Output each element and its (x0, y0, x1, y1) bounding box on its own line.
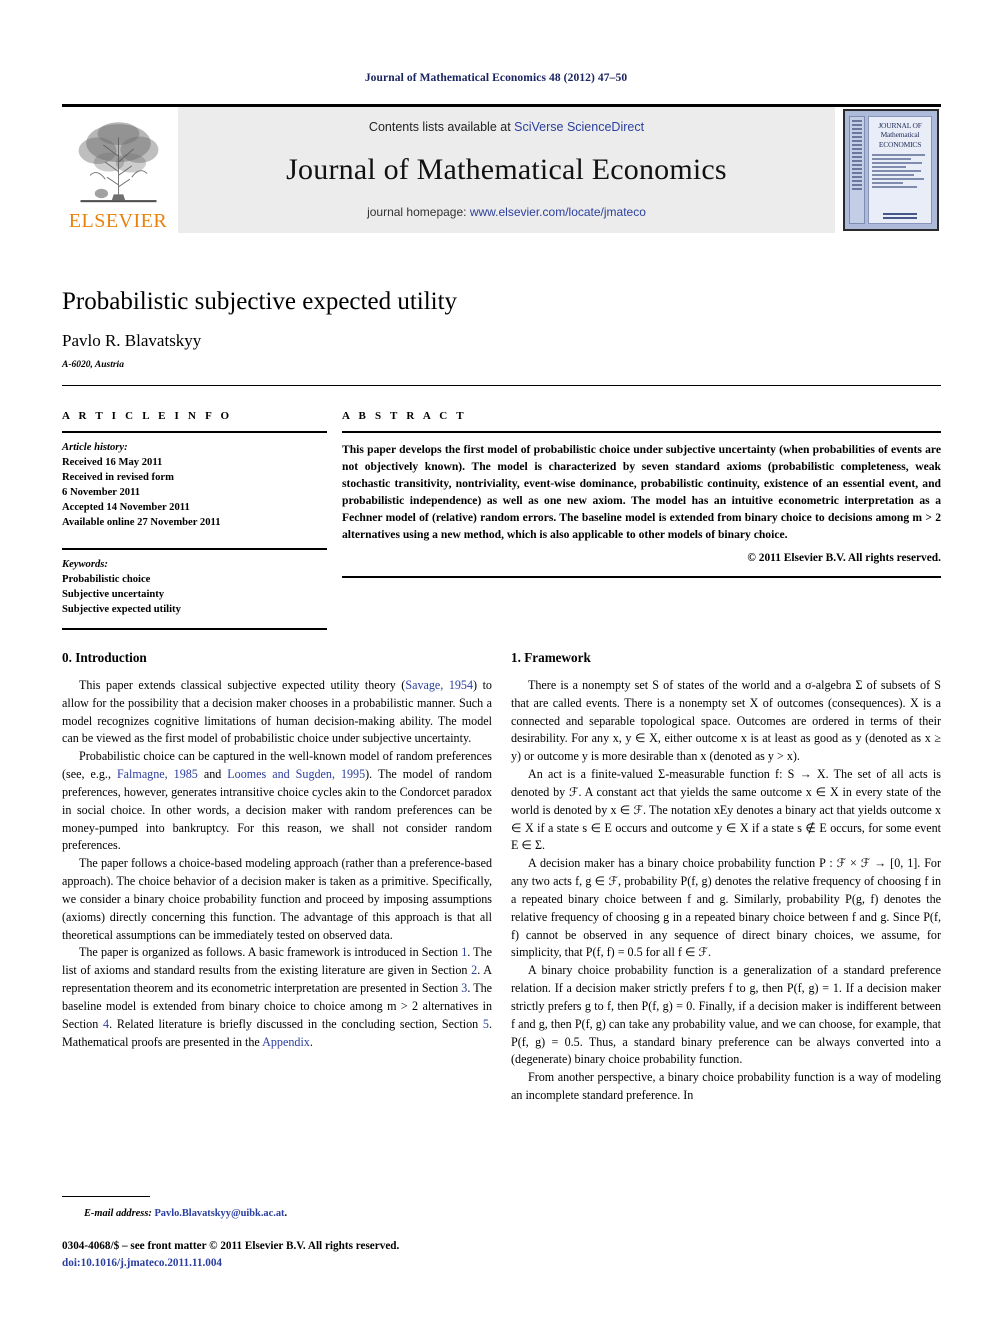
paragraph-text: The paper is organized as follows. A bas… (79, 945, 462, 960)
right-column: 1. Framework There is a nonempty set S o… (511, 650, 941, 1105)
info-abstract-area: A R T I C L E I N F O Article history: R… (62, 410, 941, 631)
doi-link[interactable]: doi:10.1016/j.jmateco.2011.11.004 (62, 1255, 522, 1272)
cover-title-line-3: ECONOMICS (878, 139, 922, 149)
article-history-block: Article history: Received 16 May 2011 Re… (62, 440, 327, 530)
issn-block: 0304-4068/$ – see front matter © 2011 El… (62, 1238, 522, 1272)
email-link[interactable]: Pavlo.Blavatskyy@uibk.ac.at (154, 1208, 284, 1219)
keywords-block: Keywords: Probabilistic choice Subjectiv… (62, 557, 327, 617)
paragraph: This paper extends classical subjective … (62, 677, 492, 748)
citation-link[interactable]: Savage, 1954 (405, 678, 473, 692)
elsevier-wordmark: ELSEVIER (68, 210, 168, 232)
cover-panel: JOURNAL OF Mathematical ECONOMICS (868, 116, 932, 224)
paragraph: There is a nonempty set S of states of t… (511, 678, 941, 764)
history-item: 6 November 2011 (62, 487, 141, 499)
paragraph: Probabilistic choice can be captured in … (62, 748, 492, 855)
appendix-link[interactable]: Appendix (262, 1035, 310, 1049)
paragraph-text: This paper extends classical subjective … (79, 678, 406, 692)
keyword-item: Probabilistic choice (62, 574, 151, 586)
cover-sidebar (849, 116, 865, 224)
body-columns: 0. Introduction This paper extends class… (62, 650, 941, 1105)
running-head: Journal of Mathematical Economics 48 (20… (364, 72, 628, 84)
elsevier-tree-icon (78, 122, 158, 203)
citation-link[interactable]: Loomes and Sugden, 1995 (227, 767, 365, 781)
paragraph: The paper follows a choice-based modelin… (62, 856, 492, 942)
history-item: Received in revised form (62, 472, 174, 484)
paragraph: A decision maker has a binary choice pro… (511, 856, 941, 960)
page-title: Probabilistic subjective expected utilit… (62, 288, 458, 315)
footnote-block: E-mail address: Pavlo.Blavatskyy@uibk.ac… (62, 1196, 492, 1219)
abstract-copyright: © 2011 Elsevier B.V. All rights reserved… (747, 552, 941, 565)
journal-homepage-link[interactable]: www.elsevier.com/locate/jmateco (470, 205, 646, 219)
history-item: Accepted 14 November 2011 (62, 502, 190, 514)
section-heading-introduction: 0. Introduction (62, 650, 147, 665)
email-tail: . (284, 1208, 288, 1219)
cover-footer-lines (872, 213, 928, 219)
abstract-rule-top (342, 431, 941, 433)
citation-link[interactable]: Falmagne, 1985 (117, 767, 198, 781)
article-page: Journal of Mathematical Economics 48 (20… (0, 0, 992, 1323)
paragraph-text: . Related literature is briefly discusse… (109, 1016, 483, 1031)
paragraph: The paper is organized as follows. A bas… (62, 944, 492, 1051)
homepage-prefix: journal homepage: (367, 205, 470, 219)
author-affiliation: A-6020, Austria (62, 359, 124, 370)
left-column: 0. Introduction This paper extends class… (62, 650, 492, 1105)
elsevier-logo: ELSEVIER (62, 107, 174, 233)
paragraph: An act is a finite-valued Σ-measurable f… (511, 767, 941, 853)
keywords-rule-top (62, 548, 327, 551)
title-divider (62, 384, 941, 386)
article-info-rule-top (62, 431, 327, 433)
journal-cover-thumbnail[interactable]: JOURNAL OF Mathematical ECONOMICS (841, 107, 941, 233)
article-info-column: A R T I C L E I N F O Article history: R… (62, 410, 327, 631)
abstract-heading: A B S T R A C T (342, 410, 467, 422)
keyword-item: Subjective expected utility (62, 604, 181, 616)
sciencedirect-link[interactable]: SciVerse ScienceDirect (514, 120, 644, 134)
contents-prefix: Contents lists available at (368, 120, 515, 134)
article-info-heading: A R T I C L E I N F O (62, 410, 233, 422)
sciencedirect-banner: Contents lists available at SciVerse Sci… (178, 107, 835, 233)
keywords-rule-bottom (62, 628, 327, 631)
journal-masthead: ELSEVIER Contents lists available at Sci… (62, 104, 941, 233)
keyword-item: Subjective uncertainty (62, 589, 165, 601)
journal-homepage-line: journal homepage: www.elsevier.com/locat… (367, 205, 646, 219)
cover-contents-lines (872, 154, 928, 188)
paragraph-text: and (197, 767, 228, 782)
abstract-rule-bottom (342, 576, 941, 579)
section-heading-framework: 1. Framework (511, 650, 591, 665)
history-item: Available online 27 November 2011 (62, 517, 221, 529)
title-block: Probabilistic subjective expected utilit… (62, 288, 941, 386)
journal-title: Journal of Mathematical Economics (286, 152, 727, 186)
cover-title-line-2: Mathematical (880, 130, 920, 140)
history-item: Received 16 May 2011 (62, 457, 163, 469)
paragraph-text: . (309, 1034, 313, 1049)
footnote-rule (62, 1196, 150, 1197)
email-label: E-mail address: (84, 1208, 152, 1219)
issn-line: 0304-4068/$ – see front matter © 2011 El… (62, 1240, 400, 1252)
article-history-label: Article history: (62, 442, 128, 453)
email-footnote: E-mail address: Pavlo.Blavatskyy@uibk.ac… (62, 1208, 492, 1219)
paragraph: A binary choice probability function is … (511, 963, 941, 1067)
abstract-text: This paper develops the first model of p… (342, 443, 941, 542)
author-name: Pavlo R. Blavatskyy (62, 330, 202, 350)
cover-title-line-1: JOURNAL OF (878, 121, 922, 130)
keywords-label: Keywords: (62, 559, 108, 571)
paragraph: From another perspective, a binary choic… (511, 1070, 941, 1103)
contents-line: Contents lists available at SciVerse Sci… (369, 120, 644, 134)
abstract-column: A B S T R A C T This paper develops the … (342, 410, 941, 630)
